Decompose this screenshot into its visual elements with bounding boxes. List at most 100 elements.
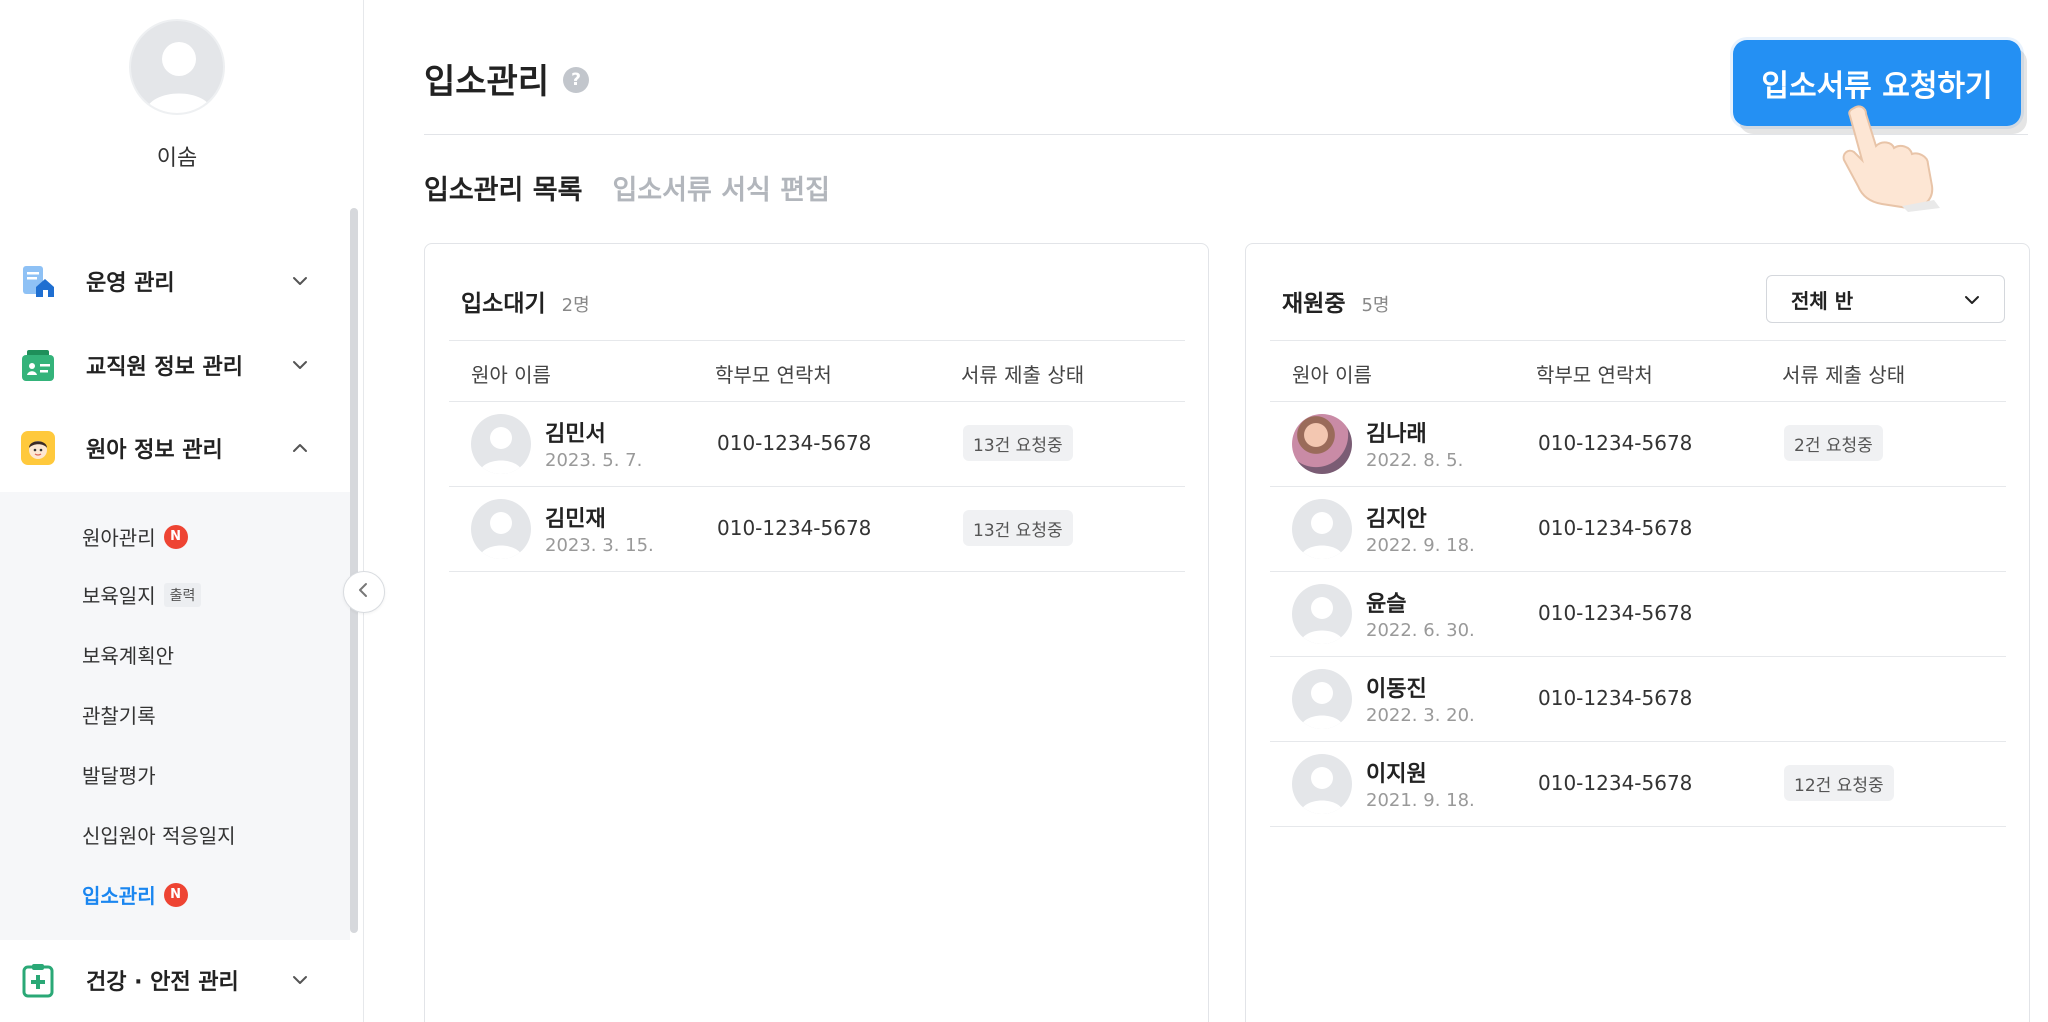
parent-phone: 010-1234-5678 [717, 516, 872, 540]
child-birthdate: 2023. 3. 15. [545, 535, 654, 556]
children-submenu: 원아관리 N 보육일지 출력 보육계획안 관찰기록 발달평가 신입원아 적응일지… [0, 492, 350, 940]
profile-avatar[interactable] [129, 19, 225, 115]
column-header-name: 원아 이름 [471, 363, 551, 387]
class-select-value: 전체 반 [1791, 288, 1854, 313]
sub-item-label: 보육일지 [82, 584, 156, 608]
menu-children-label: 원아 정보 관리 [86, 438, 223, 463]
child-avatar [1292, 584, 1352, 644]
table-row[interactable]: 김지안 2022. 9. 18. 010-1234-5678 [1270, 487, 2006, 572]
table-row[interactable]: 이지원 2021. 9. 18. 010-1234-5678 12건 요청중 [1270, 742, 2006, 827]
chevron-left-icon [355, 581, 373, 603]
column-header-name: 원아 이름 [1292, 363, 1372, 387]
sub-item-child-management[interactable]: 원아관리 N [82, 522, 188, 551]
new-badge: N [163, 882, 188, 907]
sidebar-collapse-button[interactable] [343, 571, 385, 613]
child-name: 김민재 [545, 507, 606, 532]
child-name: 김지안 [1366, 507, 1427, 532]
child-name: 이지원 [1366, 762, 1427, 787]
status-badge: 13건 요청중 [963, 425, 1073, 461]
table-row[interactable]: 김민재 2023. 3. 15. 010-1234-5678 13건 요청중 [449, 487, 1185, 572]
sub-item-label: 원아관리 [82, 526, 156, 550]
parent-phone: 010-1234-5678 [1538, 431, 1693, 455]
building-doc-icon [20, 263, 56, 299]
table-header: 원아 이름 학부모 연락처 서류 제출 상태 [449, 340, 1185, 402]
child-birthdate: 2021. 9. 18. [1366, 790, 1475, 811]
parent-phone: 010-1234-5678 [1538, 686, 1693, 710]
column-header-status: 서류 제출 상태 [1782, 363, 1906, 387]
child-birthdate: 2022. 8. 5. [1366, 450, 1464, 471]
column-header-phone: 학부모 연락처 [1536, 363, 1653, 387]
waiting-count: 2명 [561, 295, 590, 316]
sidebar: 이솜 운영 관리 교직원 정보 관리 원아 정보 관리 원아관리 N 보육일지 … [0, 0, 364, 1022]
child-birthdate: 2022. 3. 20. [1366, 705, 1475, 726]
child-avatar [1292, 669, 1352, 729]
sub-item-label: 발달평가 [82, 764, 156, 788]
parent-phone: 010-1234-5678 [717, 431, 872, 455]
column-header-phone: 학부모 연락처 [715, 363, 832, 387]
column-header-status: 서류 제출 상태 [961, 363, 1085, 387]
sub-item-label: 입소관리 [82, 884, 156, 908]
menu-staff[interactable]: 교직원 정보 관리 [0, 325, 350, 405]
table-row[interactable]: 김나래 2022. 8. 5. 010-1234-5678 2건 요청중 [1270, 402, 2006, 487]
enrolled-table: 원아 이름 학부모 연락처 서류 제출 상태 김나래 2022. 8. 5. 0… [1270, 340, 2006, 827]
parent-phone: 010-1234-5678 [1538, 516, 1693, 540]
page-title: 입소관리 [424, 62, 550, 102]
child-birthdate: 2023. 5. 7. [545, 450, 643, 471]
chevron-down-icon [290, 271, 310, 291]
menu-operation[interactable]: 운영 관리 [0, 241, 350, 321]
menu-children[interactable]: 원아 정보 관리 [0, 408, 350, 488]
child-name: 윤슬 [1366, 592, 1407, 617]
medical-clipboard-icon [20, 962, 56, 998]
waiting-panel: 입소대기 2명 원아 이름 학부모 연락처 서류 제출 상태 김민서 2023.… [424, 243, 1209, 1022]
child-birthdate: 2022. 6. 30. [1366, 620, 1475, 641]
profile-name: 이솜 [156, 146, 198, 171]
status-badge: 2건 요청중 [1784, 425, 1883, 461]
sub-item-observation[interactable]: 관찰기록 [82, 700, 156, 729]
chevron-down-icon [290, 355, 310, 375]
sub-item-care-plan[interactable]: 보육계획안 [82, 640, 174, 669]
menu-health-safety[interactable]: 건강 · 안전 관리 [0, 940, 350, 1020]
enrolled-title: 재원중 [1282, 291, 1346, 317]
tabs: 입소관리 목록 입소서류 서식 편집 [424, 168, 830, 207]
menu-operation-label: 운영 관리 [86, 271, 175, 296]
chevron-down-icon [1962, 290, 1982, 310]
sidebar-scrollbar[interactable] [350, 208, 358, 933]
menu-staff-label: 교직원 정보 관리 [86, 355, 243, 380]
print-tag[interactable]: 출력 [163, 582, 202, 607]
waiting-header: 입소대기 2명 [461, 284, 590, 318]
sub-item-admission[interactable]: 입소관리 N [82, 880, 188, 909]
child-avatar [471, 499, 531, 559]
sub-item-adaptation[interactable]: 신입원아 적응일지 [82, 820, 236, 849]
enrolled-count: 5명 [1361, 295, 1390, 316]
class-select[interactable]: 전체 반 [1766, 275, 2005, 323]
child-name: 이동진 [1366, 677, 1427, 702]
pointing-hand-icon [1830, 100, 1950, 212]
sub-item-label: 보육계획안 [82, 644, 174, 668]
child-avatar [1292, 499, 1352, 559]
child-name: 김나래 [1366, 422, 1427, 447]
waiting-title: 입소대기 [461, 291, 546, 317]
table-header: 원아 이름 학부모 연락처 서류 제출 상태 [1270, 340, 2006, 402]
tab-admission-list[interactable]: 입소관리 목록 [424, 168, 582, 207]
profile: 이솜 [0, 0, 354, 205]
child-face-icon [20, 430, 56, 466]
table-row[interactable]: 이동진 2022. 3. 20. 010-1234-5678 [1270, 657, 2006, 742]
child-birthdate: 2022. 9. 18. [1366, 535, 1475, 556]
help-icon[interactable]: ? [563, 67, 589, 93]
waiting-table: 원아 이름 학부모 연락처 서류 제출 상태 김민서 2023. 5. 7. 0… [449, 340, 1185, 572]
table-row[interactable]: 김민서 2023. 5. 7. 010-1234-5678 13건 요청중 [449, 402, 1185, 487]
tab-form-edit[interactable]: 입소서류 서식 편집 [612, 168, 830, 207]
sub-item-care-journal[interactable]: 보육일지 출력 [82, 580, 202, 609]
parent-phone: 010-1234-5678 [1538, 601, 1693, 625]
chevron-up-icon [290, 438, 310, 458]
sub-item-label: 신입원아 적응일지 [82, 824, 236, 848]
table-row[interactable]: 윤슬 2022. 6. 30. 010-1234-5678 [1270, 572, 2006, 657]
enrolled-panel: 재원중 5명 전체 반 원아 이름 학부모 연락처 서류 제출 상태 김나래 2… [1245, 243, 2030, 1022]
chevron-down-icon [290, 970, 310, 990]
child-avatar [1292, 754, 1352, 814]
child-photo [1292, 414, 1352, 474]
staff-card-icon [20, 347, 56, 383]
new-badge: N [163, 524, 188, 549]
sub-item-development[interactable]: 발달평가 [82, 760, 156, 789]
menu-health-label: 건강 · 안전 관리 [86, 970, 239, 995]
